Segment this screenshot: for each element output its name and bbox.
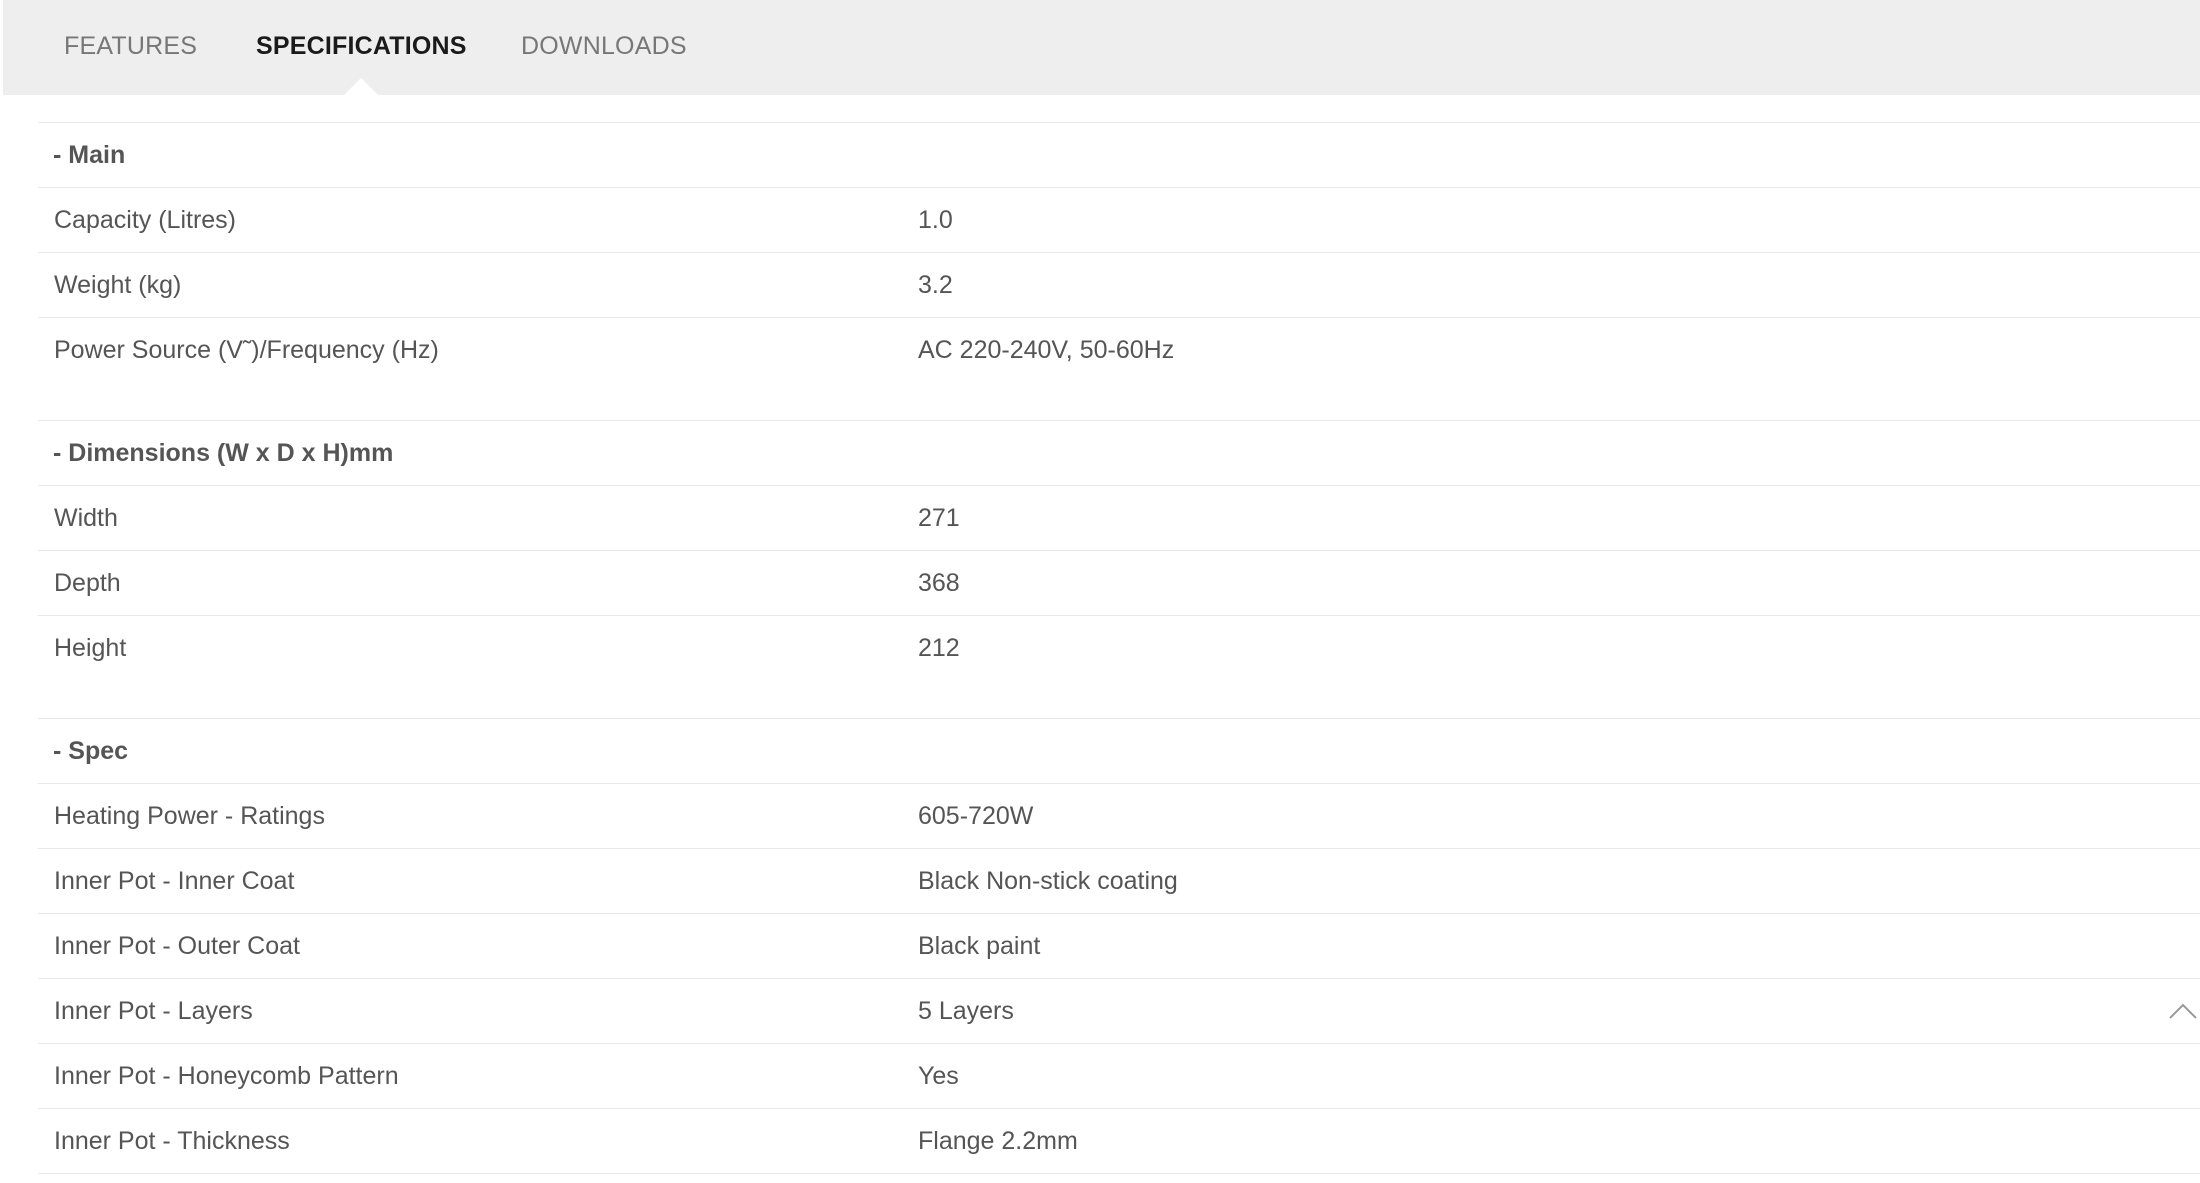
spec-value: AC 220-240V, 50-60Hz bbox=[918, 336, 1175, 364]
spec-label: Inner Pot - Outer Coat bbox=[54, 932, 300, 960]
spec-row: Inner Pot - Thickness Flange 2.2mm bbox=[38, 1109, 2200, 1174]
spec-value: 271 bbox=[918, 504, 960, 532]
tab-features[interactable]: FEATURES bbox=[64, 0, 197, 95]
spec-value: Yes bbox=[918, 1062, 959, 1090]
spec-value: Flange 2.2mm bbox=[918, 1127, 1078, 1155]
spec-value: 212 bbox=[918, 634, 960, 662]
section-divider bbox=[38, 680, 2200, 719]
spec-row: Width 271 bbox=[38, 486, 2200, 551]
spec-label: Depth bbox=[54, 569, 121, 597]
chevron-up-icon[interactable] bbox=[2166, 995, 2200, 1029]
spec-label: Weight (kg) bbox=[54, 271, 182, 299]
spec-label: Height bbox=[54, 634, 127, 662]
spec-value: 1.0 bbox=[918, 206, 953, 234]
tab-specifications[interactable]: SPECIFICATIONS bbox=[256, 0, 467, 95]
specifications-table: - Main Capacity (Litres) 1.0 Weight (kg)… bbox=[38, 122, 2200, 1174]
spec-value: 3.2 bbox=[918, 271, 953, 299]
spec-value: 605-720W bbox=[918, 802, 1034, 830]
spec-row: Capacity (Litres) 1.0 bbox=[38, 188, 2200, 253]
spec-row: Power Source (V˜)/Frequency (Hz) AC 220-… bbox=[38, 318, 2200, 382]
spec-label: Inner Pot - Inner Coat bbox=[54, 867, 295, 895]
spec-label: Inner Pot - Honeycomb Pattern bbox=[54, 1062, 399, 1090]
spec-row: Inner Pot - Layers 5 Layers bbox=[38, 979, 2200, 1044]
spec-row: Inner Pot - Outer Coat Black paint bbox=[38, 914, 2200, 979]
spec-label: Capacity (Litres) bbox=[54, 206, 236, 234]
section-divider bbox=[38, 382, 2200, 421]
spec-label: Power Source (V˜)/Frequency (Hz) bbox=[54, 336, 439, 364]
spec-value: Black paint bbox=[918, 932, 1041, 960]
section-header-dimensions: - Dimensions (W x D x H)mm bbox=[38, 421, 2200, 486]
spec-row: Heating Power - Ratings 605-720W bbox=[38, 784, 2200, 849]
section-header-main: - Main bbox=[38, 123, 2200, 188]
spec-value: 368 bbox=[918, 569, 960, 597]
spec-label: Inner Pot - Layers bbox=[54, 997, 253, 1025]
spec-row: Inner Pot - Honeycomb Pattern Yes bbox=[38, 1044, 2200, 1109]
spec-label: Width bbox=[54, 504, 118, 532]
spec-value: 5 Layers bbox=[918, 997, 1014, 1025]
spec-label: Inner Pot - Thickness bbox=[54, 1127, 290, 1155]
tab-bar: FEATURES SPECIFICATIONS DOWNLOADS bbox=[3, 0, 2200, 95]
spec-row: Depth 368 bbox=[38, 551, 2200, 616]
tab-downloads[interactable]: DOWNLOADS bbox=[521, 0, 687, 95]
spec-row: Inner Pot - Inner Coat Black Non-stick c… bbox=[38, 849, 2200, 914]
spec-value: Black Non-stick coating bbox=[918, 867, 1178, 895]
spec-row: Weight (kg) 3.2 bbox=[38, 253, 2200, 318]
section-header-spec: - Spec bbox=[38, 719, 2200, 784]
spec-label: Heating Power - Ratings bbox=[54, 802, 325, 830]
spec-row: Height 212 bbox=[38, 616, 2200, 680]
